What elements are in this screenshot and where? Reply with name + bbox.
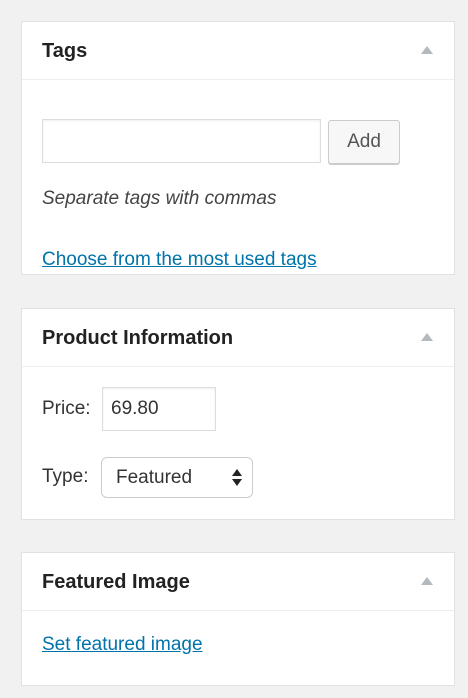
collapse-arrow-icon[interactable] [421, 333, 433, 341]
type-label: Type: [42, 466, 89, 487]
type-select-value: Featured [116, 467, 193, 488]
tags-hint-text: Separate tags with commas [42, 188, 277, 209]
tags-panel-title: Tags [42, 40, 88, 62]
product-information-panel: Product Information Price: Type: Feature… [21, 308, 455, 520]
product-panel-title: Product Information [42, 327, 234, 349]
set-featured-image-link[interactable]: Set featured image [42, 633, 203, 657]
tags-panel: Tags Add Separate tags with commas Choos… [21, 21, 455, 275]
add-tag-button[interactable]: Add [328, 120, 400, 164]
collapse-arrow-icon[interactable] [421, 577, 433, 585]
product-panel-header[interactable]: Product Information [22, 309, 454, 367]
price-label: Price: [42, 398, 91, 419]
price-field[interactable] [102, 387, 216, 431]
featured-panel-title: Featured Image [42, 571, 190, 593]
most-used-tags-link[interactable]: Choose from the most used tags [42, 248, 317, 272]
featured-panel-header[interactable]: Featured Image [22, 553, 454, 611]
type-select[interactable]: Featured [101, 457, 253, 498]
updown-arrows-icon [232, 469, 242, 487]
tags-panel-header[interactable]: Tags [22, 22, 454, 80]
featured-image-panel: Featured Image Set featured image [21, 552, 455, 686]
tag-input[interactable] [42, 119, 321, 163]
collapse-arrow-icon[interactable] [421, 46, 433, 54]
